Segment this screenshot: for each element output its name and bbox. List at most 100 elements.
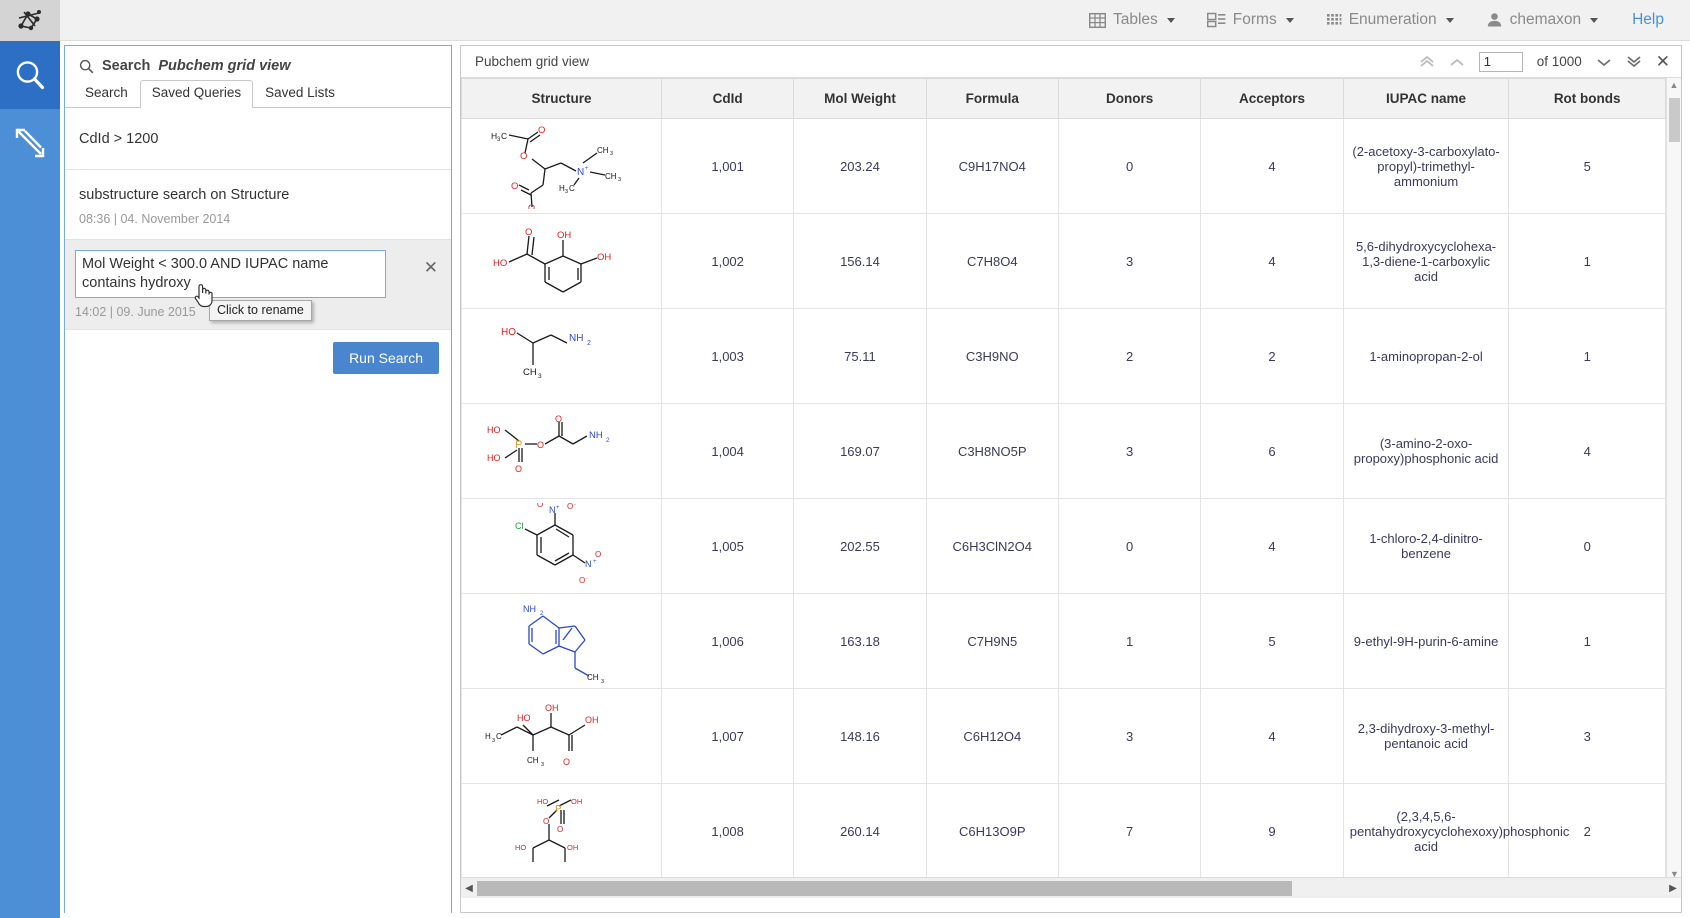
donors-cell[interactable]: 3 (1058, 689, 1200, 784)
acceptors-cell[interactable]: 4 (1201, 499, 1343, 594)
run-search-button[interactable]: Run Search (333, 342, 439, 374)
column-header-formula[interactable]: Formula (926, 79, 1058, 119)
structure-cell[interactable]: HO NH 2 CH 3 (462, 309, 662, 404)
tab-search[interactable]: Search (73, 80, 140, 107)
saved-query-item[interactable]: CdId > 1200 (65, 108, 451, 170)
acceptors-cell[interactable]: 4 (1201, 214, 1343, 309)
horizontal-scrollbar[interactable]: ◀ ▶ (461, 877, 1681, 898)
nav-forms[interactable]: Forms (1191, 0, 1310, 41)
last-page-icon[interactable] (1626, 55, 1642, 68)
rot-bonds-cell[interactable]: 4 (1509, 404, 1666, 499)
iupac-name-cell[interactable]: 5,6-dihydroxycyclohexa-1,3-diene-1-carbo… (1343, 214, 1509, 309)
column-header-acceptors[interactable]: Acceptors (1201, 79, 1343, 119)
previous-page-icon[interactable] (1449, 57, 1465, 67)
table-row[interactable]: H 3 C HO CH 3 OH OH O 1,007 (462, 689, 1666, 784)
cdid-cell[interactable]: 1,006 (661, 594, 793, 689)
scroll-right-arrow-icon[interactable]: ▶ (1665, 883, 1681, 894)
nav-enumeration[interactable]: Enumeration (1310, 0, 1470, 41)
cdid-cell[interactable]: 1,004 (661, 404, 793, 499)
acceptors-cell[interactable]: 4 (1201, 689, 1343, 784)
donors-cell[interactable]: 1 (1058, 594, 1200, 689)
iupac-name-cell[interactable]: 1-aminopropan-2-ol (1343, 309, 1509, 404)
tab-saved-lists[interactable]: Saved Lists (253, 80, 347, 107)
donors-cell[interactable]: 7 (1058, 784, 1200, 879)
table-row[interactable]: HO HO P O O O NH 2 1,004 169.07 (462, 404, 1666, 499)
column-header-iupac-name[interactable]: IUPAC name (1343, 79, 1509, 119)
table-row[interactable]: Cl N + O O - N + O O - (462, 499, 1666, 594)
formula-cell[interactable]: C3H8NO5P (926, 404, 1058, 499)
structure-rail-button[interactable] (0, 109, 60, 177)
structure-cell[interactable]: HO OH P O O HO OH (462, 784, 662, 879)
formula-cell[interactable]: C9H17NO4 (926, 119, 1058, 214)
tab-saved-queries[interactable]: Saved Queries (140, 80, 253, 108)
iupac-name-cell[interactable]: 1-chloro-2,4-dinitro-benzene (1343, 499, 1509, 594)
cdid-cell[interactable]: 1,002 (661, 214, 793, 309)
next-page-icon[interactable] (1596, 57, 1612, 67)
saved-query-item-selected[interactable]: Mol Weight < 300.0 AND IUPAC name contai… (65, 240, 451, 330)
acceptors-cell[interactable]: 4 (1201, 119, 1343, 214)
formula-cell[interactable]: C6H12O4 (926, 689, 1058, 784)
donors-cell[interactable]: 3 (1058, 404, 1200, 499)
structure-cell[interactable]: H 3 C HO CH 3 OH OH O (462, 689, 662, 784)
help-link[interactable]: Help (1614, 11, 1674, 29)
vertical-scroll-thumb[interactable] (1669, 98, 1680, 142)
cdid-cell[interactable]: 1,008 (661, 784, 793, 879)
delete-query-icon[interactable]: ✕ (424, 262, 438, 274)
acceptors-cell[interactable]: 2 (1201, 309, 1343, 404)
structure-cell[interactable]: HO O OH OH (462, 214, 662, 309)
acceptors-cell[interactable]: 6 (1201, 404, 1343, 499)
structure-cell[interactable]: H 3 C O O O O N + CH 3 C (462, 119, 662, 214)
iupac-name-cell[interactable]: 9-ethyl-9H-purin-6-amine (1343, 594, 1509, 689)
mol-weight-cell[interactable]: 169.07 (794, 404, 926, 499)
iupac-name-cell[interactable]: (3-amino-2-oxo-propoxy)phosphonic acid (1343, 404, 1509, 499)
cdid-cell[interactable]: 1,005 (661, 499, 793, 594)
column-header-rot-bonds[interactable]: Rot bonds (1509, 79, 1666, 119)
donors-cell[interactable]: 0 (1058, 119, 1200, 214)
mol-weight-cell[interactable]: 163.18 (794, 594, 926, 689)
table-row[interactable]: HO NH 2 CH 3 1,003 75.11 C3H9NO 2 2 (462, 309, 1666, 404)
column-header-structure[interactable]: Structure (462, 79, 662, 119)
saved-query-rename-input[interactable]: Mol Weight < 300.0 AND IUPAC name contai… (75, 250, 386, 298)
iupac-name-cell[interactable]: (2-acetoxy-3-carboxylato-propyl)-trimeth… (1343, 119, 1509, 214)
scroll-left-arrow-icon[interactable]: ◀ (461, 883, 477, 894)
app-logo[interactable] (0, 0, 60, 41)
donors-cell[interactable]: 0 (1058, 499, 1200, 594)
column-header-cdid[interactable]: CdId (661, 79, 793, 119)
mol-weight-cell[interactable]: 260.14 (794, 784, 926, 879)
structure-cell[interactable]: Cl N + O O - N + O O - (462, 499, 662, 594)
scroll-up-arrow-icon[interactable]: ▲ (1667, 78, 1681, 92)
cdid-cell[interactable]: 1,001 (661, 119, 793, 214)
mol-weight-cell[interactable]: 156.14 (794, 214, 926, 309)
table-row[interactable]: NH 2 CH 3 1,006 163.18 C7H9N5 1 5 9-ethy… (462, 594, 1666, 689)
cdid-cell[interactable]: 1,007 (661, 689, 793, 784)
formula-cell[interactable]: C6H13O9P (926, 784, 1058, 879)
page-number-input[interactable] (1479, 52, 1523, 72)
cdid-cell[interactable]: 1,003 (661, 309, 793, 404)
column-header-mol-weight[interactable]: Mol Weight (794, 79, 926, 119)
mol-weight-cell[interactable]: 148.16 (794, 689, 926, 784)
formula-cell[interactable]: C7H8O4 (926, 214, 1058, 309)
donors-cell[interactable]: 3 (1058, 214, 1200, 309)
rot-bonds-cell[interactable]: 1 (1509, 214, 1666, 309)
mol-weight-cell[interactable]: 75.11 (794, 309, 926, 404)
saved-query-item[interactable]: substructure search on Structure 08:36 |… (65, 170, 451, 240)
formula-cell[interactable]: C3H9NO (926, 309, 1058, 404)
formula-cell[interactable]: C6H3ClN2O4 (926, 499, 1058, 594)
mol-weight-cell[interactable]: 202.55 (794, 499, 926, 594)
close-grid-icon[interactable]: ✕ (1656, 53, 1670, 70)
search-rail-button[interactable] (0, 41, 60, 109)
acceptors-cell[interactable]: 9 (1201, 784, 1343, 879)
first-page-icon[interactable] (1419, 55, 1435, 68)
rot-bonds-cell[interactable]: 1 (1509, 309, 1666, 404)
rot-bonds-cell[interactable]: 1 (1509, 594, 1666, 689)
acceptors-cell[interactable]: 5 (1201, 594, 1343, 689)
iupac-name-cell[interactable]: (2,3,4,5,6-pentahydroxycyclohexoxy)phosp… (1343, 784, 1509, 879)
formula-cell[interactable]: C7H9N5 (926, 594, 1058, 689)
table-row[interactable]: HO OH P O O HO OH 1,008 260.14 C6H13O9P (462, 784, 1666, 879)
table-row[interactable]: H 3 C O O O O N + CH 3 C (462, 119, 1666, 214)
horizontal-scroll-track[interactable] (477, 878, 1665, 899)
vertical-scrollbar[interactable]: ▲ ▼ (1666, 78, 1681, 883)
nav-tables[interactable]: Tables (1073, 0, 1191, 41)
mol-weight-cell[interactable]: 203.24 (794, 119, 926, 214)
rot-bonds-cell[interactable]: 5 (1509, 119, 1666, 214)
